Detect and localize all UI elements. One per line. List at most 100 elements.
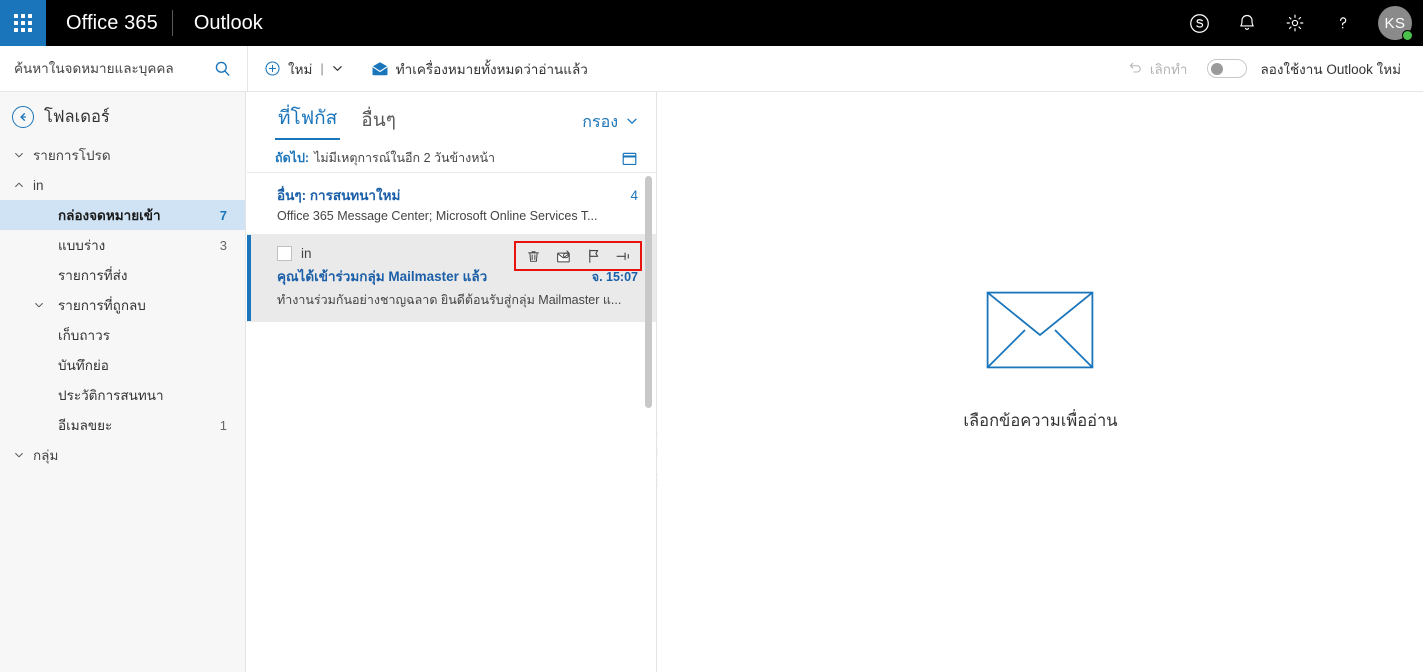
sidebar-item-drafts[interactable]: แบบร่าง 3 <box>0 230 245 260</box>
toggle-knob <box>1211 62 1224 75</box>
search-box[interactable] <box>0 46 246 91</box>
flag-icon[interactable] <box>583 246 603 266</box>
suite-header: Office 365 Outlook KS <box>0 0 1423 46</box>
chevron-down-icon[interactable] <box>332 63 343 74</box>
mark-all-read-button[interactable]: ทำเครื่องหมายทั้งหมดว่าอ่านแล้ว <box>353 46 598 91</box>
gear-icon[interactable] <box>1271 0 1319 46</box>
suite-brand: Office 365 <box>66 11 158 34</box>
waffle-icon <box>13 13 33 33</box>
app-name-outlook[interactable]: Outlook <box>173 12 263 35</box>
folder-pane-title: โฟลเดอร์ <box>44 108 110 126</box>
sidebar-account-in[interactable]: in <box>0 170 245 200</box>
calendar-icon[interactable] <box>621 150 638 167</box>
sidebar-item-archive[interactable]: เก็บถาวร <box>0 320 245 350</box>
plus-circle-icon <box>264 60 281 77</box>
next-event-key: ถัดไป: <box>275 151 310 165</box>
undo-button[interactable]: เลิกทำ <box>1114 58 1202 80</box>
mark-read-icon[interactable] <box>553 246 573 266</box>
folder-pane-header[interactable]: โฟลเดอร์ <box>0 92 245 140</box>
new-outlook-toggle-label[interactable]: ลองใช้งาน Outlook ใหม่ <box>1260 58 1401 80</box>
tab-focused[interactable]: ที่โฟกัส <box>275 103 341 140</box>
chevron-down-icon[interactable] <box>34 300 50 310</box>
message-subject: คุณได้เข้าร่วมกลุ่ม Mailmaster แล้ว <box>277 269 488 284</box>
message-list-scrollbar[interactable] <box>645 176 654 672</box>
message-hover-actions <box>514 241 642 271</box>
message-subject-row: อื่นๆ: การสนทนาใหม่ 4 <box>277 184 638 206</box>
pin-icon[interactable] <box>613 246 633 266</box>
sidebar-item-conversation-history-label: ประวัติการสนทนา <box>58 388 164 403</box>
envelope-outline-icon <box>986 291 1094 374</box>
sidebar-item-deleted[interactable]: รายการที่ถูกลบ <box>0 290 245 320</box>
list-divider <box>247 321 656 322</box>
sidebar-item-junk[interactable]: อีเมลขยะ 1 <box>0 410 245 440</box>
chevron-up-icon <box>14 180 25 190</box>
scrollbar-thumb[interactable] <box>645 176 652 408</box>
message-sender: in <box>301 246 312 261</box>
chevron-down-icon <box>14 150 25 160</box>
sidebar-item-deleted-label: รายการที่ถูกลบ <box>58 298 146 313</box>
reading-pane: เลือกข้อความเพื่ออ่าน <box>658 92 1423 672</box>
suite-actions: KS <box>1175 0 1423 46</box>
skype-icon[interactable] <box>1175 0 1223 46</box>
envelope-open-icon <box>371 61 389 76</box>
new-message-label: ใหม่ <box>288 61 313 77</box>
sidebar-item-drafts-label: แบบร่าง <box>58 238 106 253</box>
message-preview: Office 365 Message Center; Microsoft Onl… <box>277 209 598 223</box>
folder-pane: โฟลเดอร์ รายการโปรด in กล่องจดหมายเข้า 7… <box>0 92 246 672</box>
undo-icon <box>1128 60 1143 78</box>
search-icon[interactable] <box>213 59 232 78</box>
message-select-checkbox[interactable] <box>277 246 292 261</box>
sidebar-item-inbox-count: 7 <box>219 207 227 223</box>
delete-icon[interactable] <box>523 246 543 266</box>
tab-other[interactable]: อื่นๆ <box>358 105 399 140</box>
chevron-down-icon <box>626 114 638 132</box>
message-list-pane: ที่โฟกัส อื่นๆ กรอง ถัดไป: ไม่มีเหตุการณ… <box>247 92 657 672</box>
sidebar-group-groups[interactable]: กลุ่ม <box>0 440 245 470</box>
new-outlook-toggle-group: ลองใช้งาน Outlook ใหม่ <box>1201 58 1401 80</box>
list-item[interactable]: in คุณได้เข้าร่วมกลุ่ม Mailmaster แล้ว จ… <box>247 235 656 321</box>
command-row: ใหม่ | ทำเครื่องหมายทั้งหมดว่าอ่านแล้ว <box>0 46 1423 92</box>
presence-indicator <box>1402 30 1413 41</box>
message-list: อื่นๆ: การสนทนาใหม่ 4 Office 365 Message… <box>247 173 656 322</box>
sidebar-item-inbox-label: กล่องจดหมายเข้า <box>58 208 161 223</box>
new-message-button[interactable]: ใหม่ | <box>248 46 353 91</box>
search-input[interactable] <box>14 61 213 76</box>
sidebar-account-label: in <box>33 177 44 193</box>
sidebar-item-drafts-count: 3 <box>219 237 227 253</box>
bell-icon[interactable] <box>1223 0 1271 46</box>
message-subject: อื่นๆ: การสนทนาใหม่ <box>277 188 401 203</box>
filter-label: กรอง <box>582 114 618 131</box>
list-tabs: ที่โฟกัส อื่นๆ กรอง <box>247 92 656 140</box>
command-bar-right: เลิกทำ ลองใช้งาน Outlook ใหม่ <box>1114 58 1423 80</box>
sidebar-item-junk-label: อีเมลขยะ <box>58 418 113 433</box>
sidebar-item-archive-label: เก็บถาวร <box>58 328 110 343</box>
command-bar: ใหม่ | ทำเครื่องหมายทั้งหมดว่าอ่านแล้ว เ… <box>247 46 1423 91</box>
reading-pane-empty-state: เลือกข้อความเพื่ออ่าน <box>963 291 1118 434</box>
sidebar-item-notes[interactable]: บันทึกย่อ <box>0 350 245 380</box>
new-split-divider: | <box>320 61 324 76</box>
sidebar-item-junk-count: 1 <box>219 417 227 433</box>
avatar[interactable]: KS <box>1367 0 1423 46</box>
message-preview: ทำงานร่วมกันอย่างชาญฉลาด ยินดีต้อนรับสู่… <box>277 293 622 307</box>
back-arrow-circle-icon[interactable] <box>12 106 34 128</box>
sidebar-group-favorites-label: รายการโปรด <box>33 148 111 163</box>
sidebar-item-notes-label: บันทึกย่อ <box>58 358 109 373</box>
sidebar-item-sent[interactable]: รายการที่ส่ง <box>0 260 245 290</box>
sidebar-group-favorites[interactable]: รายการโปรด <box>0 140 245 170</box>
new-outlook-toggle[interactable] <box>1207 59 1248 78</box>
sidebar-group-groups-label: กลุ่ม <box>33 448 59 463</box>
reading-pane-empty-text: เลือกข้อความเพื่ออ่าน <box>963 411 1118 430</box>
next-event-bar: ถัดไป: ไม่มีเหตุการณ์ในอีก 2 วันข้างหน้า <box>247 140 656 172</box>
message-count-badge: 4 <box>630 188 638 203</box>
sidebar-item-sent-label: รายการที่ส่ง <box>58 268 128 283</box>
mark-all-read-label: ทำเครื่องหมายทั้งหมดว่าอ่านแล้ว <box>395 61 588 77</box>
next-event-value: ไม่มีเหตุการณ์ในอีก 2 วันข้างหน้า <box>314 151 496 165</box>
help-icon[interactable] <box>1319 0 1367 46</box>
undo-label: เลิกทำ <box>1149 61 1188 77</box>
filter-button[interactable]: กรอง <box>582 110 638 140</box>
list-item[interactable]: อื่นๆ: การสนทนาใหม่ 4 Office 365 Message… <box>247 173 656 234</box>
chevron-down-icon <box>14 450 25 460</box>
sidebar-item-inbox[interactable]: กล่องจดหมายเข้า 7 <box>0 200 245 230</box>
sidebar-item-conversation-history[interactable]: ประวัติการสนทนา <box>0 380 245 410</box>
app-launcher-button[interactable] <box>0 0 46 46</box>
